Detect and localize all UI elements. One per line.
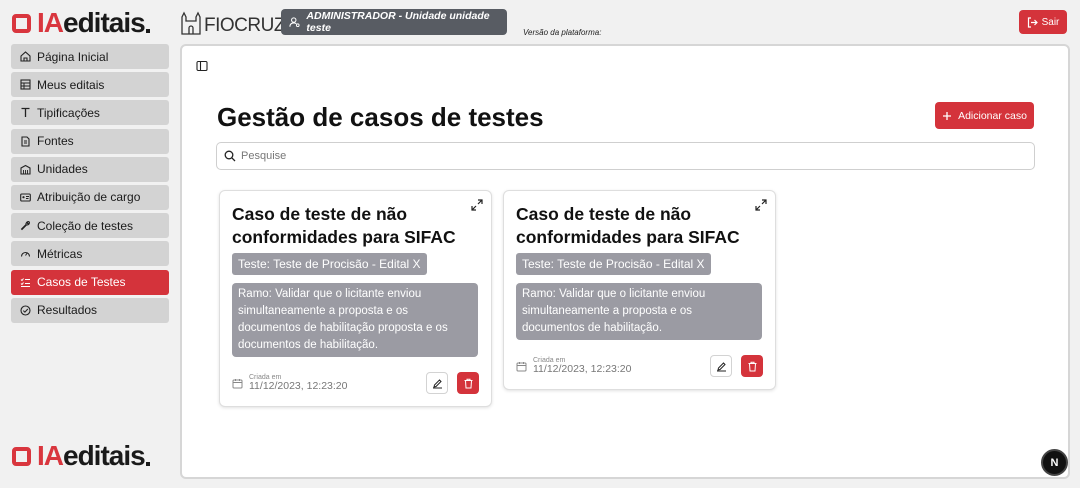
platform-version: Versão da plataforma: (523, 28, 602, 37)
gauge-icon (20, 252, 31, 257)
brand-logo: IAeditais (12, 9, 150, 37)
sidebar-item-metricas[interactable]: Métricas (11, 241, 169, 267)
sidebar-item-casos-de-testes[interactable]: Casos de Testes (11, 269, 169, 295)
list-check-icon (20, 277, 30, 287)
branch-description: Ramo: Validar que o licitante enviou sim… (232, 283, 478, 357)
created-info: Criada em 11/12/2023, 12:23:20 (516, 357, 631, 375)
edit-button[interactable] (710, 355, 732, 377)
building-icon (20, 164, 31, 175)
brand-logo-bottom: IAeditais (12, 442, 150, 470)
partner-name: FIOCRUZ (204, 15, 285, 36)
calendar-icon (516, 362, 527, 372)
user-chip[interactable]: ADMINISTRADOR - Unidade unidade teste (281, 9, 507, 35)
expand-icon[interactable] (755, 198, 767, 216)
search-input[interactable] (241, 150, 1021, 162)
castle-icon (181, 11, 201, 35)
card-title: Caso de teste de não conformidades para … (232, 204, 456, 247)
pencil-icon (432, 378, 442, 388)
sidebar-item-meus-editais[interactable]: Meus editais (11, 72, 169, 98)
partner-logo: FIOCRUZ (180, 9, 285, 35)
dev-tools-badge[interactable]: N (1041, 449, 1068, 476)
id-card-icon (20, 193, 31, 202)
test-case-card: Caso de teste de não conformidades para … (219, 190, 492, 407)
document-icon (21, 136, 30, 147)
brand-suffix: editais (63, 440, 146, 471)
created-info: Criada em 11/12/2023, 12:23:20 (232, 374, 347, 392)
logout-label: Sair (1041, 16, 1060, 28)
wrench-icon (20, 221, 30, 231)
pencil-icon (716, 361, 726, 371)
sidebar-item-unidades[interactable]: Unidades (11, 156, 169, 182)
created-value: 11/12/2023, 12:23:20 (249, 380, 348, 392)
add-case-button[interactable]: Adicionar caso (935, 102, 1034, 129)
trash-icon (464, 378, 472, 388)
delete-button[interactable] (741, 355, 763, 377)
sidebar-item-label: Coleção de testes (37, 218, 134, 233)
sidebar-item-atribuicao-de-cargo[interactable]: Atribuição de cargo (11, 184, 169, 210)
sidebar-item-resultados[interactable]: Resultados (11, 297, 169, 323)
trash-icon (748, 361, 756, 371)
delete-button[interactable] (457, 372, 479, 394)
card-title: Caso de teste de não conformidades para … (516, 204, 740, 247)
test-chip: Teste: Teste de Procisão - Edital X (232, 253, 427, 275)
sidebar-item-label: Resultados (37, 303, 98, 318)
user-gear-icon (289, 17, 300, 28)
sidebar-item-fontes[interactable]: Fontes (11, 128, 169, 154)
logo-mark-icon (12, 446, 31, 466)
sidebar-item-pagina-inicial[interactable]: Página Inicial (11, 44, 169, 69)
test-case-card: Caso de teste de não conformidades para … (503, 190, 776, 390)
logo-mark-icon (12, 13, 31, 33)
sidebar-item-label: Unidades (37, 162, 88, 177)
logout-button[interactable]: Sair (1019, 10, 1067, 34)
brand-suffix: editais (63, 7, 146, 38)
search-box (216, 142, 1035, 170)
sidebar-item-label: Casos de Testes (37, 275, 126, 289)
type-icon (21, 108, 30, 118)
sidebar-item-label: Tipificações (37, 105, 100, 120)
brand-prefix: IA (37, 440, 64, 471)
page-title: Gestão de casos de testes (217, 102, 544, 132)
sidebar-item-label: Fontes (37, 134, 74, 149)
expand-icon[interactable] (471, 198, 483, 216)
edit-button[interactable] (426, 372, 448, 394)
sidebar: Página Inicial Meus editais Tipificações… (11, 44, 169, 326)
sidebar-item-label: Métricas (37, 246, 83, 261)
sidebar-toggle-icon[interactable] (196, 59, 208, 77)
main-panel: Gestão de casos de testes Adicionar caso… (180, 44, 1070, 479)
plus-icon (943, 111, 952, 120)
calendar-icon (232, 379, 243, 389)
home-icon (20, 51, 31, 62)
add-case-label: Adicionar caso (958, 109, 1027, 122)
table-icon (20, 79, 31, 90)
sidebar-item-label: Atribuição de cargo (37, 190, 141, 205)
brand-prefix: IA (37, 7, 64, 38)
logout-icon (1027, 16, 1038, 28)
search-icon (224, 150, 236, 162)
sidebar-item-label: Página Inicial (37, 49, 109, 64)
check-circle-icon (20, 305, 31, 316)
sidebar-item-label: Meus editais (37, 77, 105, 92)
user-label: ADMINISTRADOR - Unidade unidade teste (306, 10, 490, 34)
test-chip: Teste: Teste de Procisão - Edital X (516, 253, 711, 275)
sidebar-item-colecao-de-testes[interactable]: Coleção de testes (11, 213, 169, 239)
branch-description: Ramo: Validar que o licitante enviou sim… (516, 283, 762, 340)
created-value: 11/12/2023, 12:23:20 (533, 363, 632, 375)
sidebar-item-tipificacoes[interactable]: Tipificações (11, 100, 169, 126)
